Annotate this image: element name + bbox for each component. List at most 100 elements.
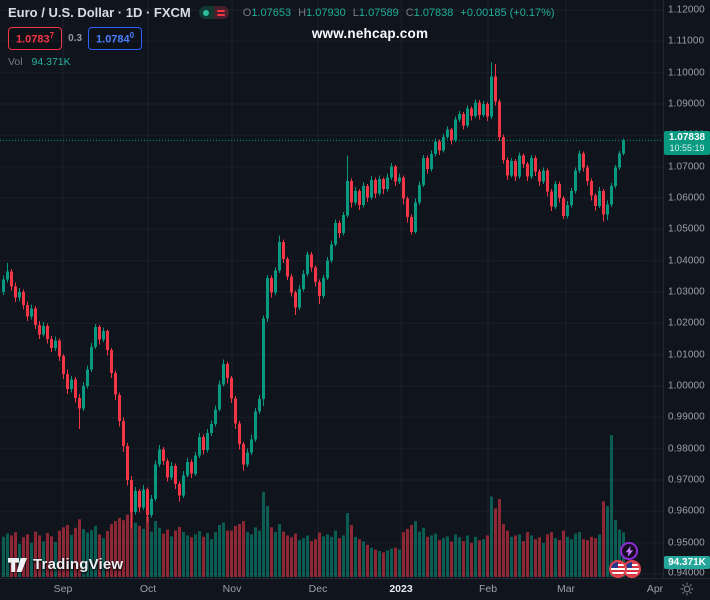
volume-bar [138,525,141,577]
candle-body [134,491,137,512]
x-tick-label[interactable]: 2023 [389,583,412,595]
bar-countdown: 10:55:19 [669,143,705,153]
lightning-badge[interactable] [620,542,638,560]
chart-pane[interactable] [0,0,663,578]
y-tick-label: 1.05000 [668,223,705,235]
x-tick-label[interactable]: Dec [309,583,328,595]
candle-body [534,157,537,172]
y-tick-label: 0.94000 [668,567,705,579]
candle-body [30,308,33,317]
volume-bar [470,542,473,577]
candle-body [150,498,153,516]
candle-body [246,452,249,465]
time-axis[interactable]: Sep Oct Nov Dec 2023 Feb Mar Apr [0,579,710,600]
volume-bar [514,535,517,577]
currency-pair-flags[interactable] [609,559,643,579]
last-price-label[interactable]: 1.07838 10:55:19 [664,131,710,155]
volume-bar [390,548,393,577]
volume-bar [550,532,553,577]
volume-bar [558,540,561,577]
candle-body [446,129,449,137]
x-tick-label[interactable]: Sep [54,583,73,595]
volume-bar [590,536,593,577]
x-tick-label[interactable]: Oct [140,583,156,595]
candle-body [162,449,165,462]
tradingview-logo[interactable]: TradingView [8,556,123,573]
volume-legend[interactable]: Vol 94.371K [8,56,555,68]
candle-body [618,153,621,168]
candle-body [510,161,513,176]
gear-icon[interactable] [680,582,694,596]
candle-body [114,372,117,395]
candle-body [454,119,457,141]
volume-bar [322,536,325,577]
tradingview-glyph-icon [8,557,27,572]
volume-bar [334,530,337,577]
candle-body [322,277,325,296]
volume-bar [434,533,437,577]
y-tick-label: 1.04000 [668,255,705,267]
y-tick-label: 0.98000 [668,443,705,455]
candle-body [394,166,397,182]
candle-body [434,141,437,155]
market-status-toggle[interactable] [198,6,229,19]
candle-body [14,286,17,298]
x-tick-label[interactable]: Nov [223,583,242,595]
lightning-icon [625,545,633,557]
candle-body [154,464,157,499]
candle-body [74,379,77,398]
candle-body [494,76,497,102]
candle-body [338,223,341,234]
volume-bar [142,528,145,577]
y-tick-label: 1.10000 [668,67,705,79]
volume-bar [594,538,597,577]
axis-volume-label: 94.371K [664,556,710,569]
candle-body [82,386,85,409]
candle-body [486,104,489,117]
volume-bar [362,541,365,577]
candle-body [374,179,377,194]
candle-body [306,254,309,274]
x-tick-label[interactable]: Feb [479,583,497,595]
volume-bar [534,539,537,577]
candle-body [242,444,245,465]
candle-body [210,424,213,433]
candle-body [70,379,73,390]
candle-body [546,170,549,192]
candle-body [94,327,97,347]
ohlc-values: O1.07653 H1.07930 L1.07589 C1.07838 +0.0… [243,7,555,19]
volume-bar [310,541,313,577]
volume-bar [2,536,5,577]
candle-body [418,184,421,203]
sell-button[interactable]: 1.07837 [8,27,63,50]
candle-body [426,157,429,170]
candle-body [530,157,533,177]
x-tick-label[interactable]: Apr [647,583,663,595]
low-value: 1.07589 [358,6,399,19]
symbol-title[interactable]: Euro / U.S. Dollar · 1D · FXCM [8,5,191,20]
candle-body [578,153,581,171]
candlestick-chart[interactable] [0,0,663,578]
buy-button[interactable]: 1.07840 [88,27,143,50]
candle-body [430,154,433,170]
y-tick-label: 1.07000 [668,161,705,173]
candle-body [266,277,269,319]
x-tick-label[interactable]: Mar [557,583,575,595]
candle-body [130,480,133,512]
price-axis[interactable]: 0.95000 0.96000 0.97000 0.98000 0.99000 1.000… [664,0,710,579]
candle-body [450,129,453,140]
volume-bar [502,524,505,577]
candle-body [398,177,401,182]
volume-bar [450,541,453,577]
volume-bar [226,530,229,577]
tradingview-logo-text: TradingView [33,556,124,573]
candle-body [606,204,609,215]
candle-body [190,461,193,474]
volume-bar [314,539,317,577]
volume-bar [422,527,425,577]
candle-body [38,324,41,335]
volume-bar [438,540,441,577]
volume-bar [370,547,373,577]
y-tick-label: 0.99000 [668,411,705,423]
candle-body [46,325,49,339]
